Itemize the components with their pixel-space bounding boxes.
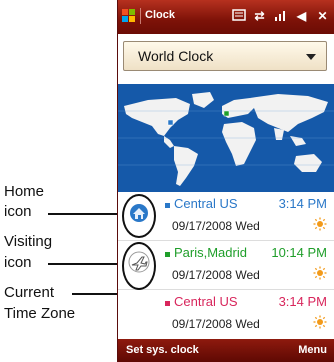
clock-row-home[interactable]: Central US 3:14 PM 09/17/2008 Wed — [118, 192, 334, 241]
clock-row-current[interactable]: Central US 3:14 PM 09/17/2008 Wed — [118, 290, 334, 339]
city-color-dot — [165, 301, 170, 306]
annotation-visiting-line1: Visiting — [4, 233, 53, 250]
volume-icon[interactable]: ◀ — [293, 8, 310, 24]
annotation-current-pointer — [72, 293, 122, 295]
dropdown-area: World Clock — [118, 34, 334, 84]
sync-arrows-icon[interactable]: ⇄ — [251, 8, 268, 24]
city-time: 10:14 PM — [271, 245, 327, 260]
city-date: 09/17/2008 Wed — [172, 268, 260, 282]
annotation-home-line1: Home — [4, 183, 45, 200]
sun-icon — [313, 266, 327, 280]
signal-icon[interactable] — [272, 8, 289, 24]
sun-icon — [313, 217, 327, 231]
app-title: Clock — [145, 9, 175, 21]
dropdown-value: World Clock — [138, 48, 214, 64]
windows-start-icon[interactable] — [122, 9, 136, 23]
city-name: Paris,Madrid — [174, 245, 247, 260]
city-time: 3:14 PM — [278, 294, 327, 309]
annotation-visiting-pointer — [48, 263, 122, 265]
annotation-current-line1: Current — [4, 284, 55, 301]
clock-list: Central US 3:14 PM 09/17/2008 Wed Paris,… — [118, 192, 334, 339]
home-icon[interactable] — [126, 200, 152, 226]
title-bar: Clock ⇄ ◀ ✕ — [118, 0, 334, 34]
city-name: Central US — [174, 294, 238, 309]
phone-screen: Clock ⇄ ◀ ✕ World Clock Central US 3:14 … — [117, 0, 334, 362]
notification-icon[interactable] — [230, 8, 247, 24]
annotation-home-pointer — [48, 213, 122, 215]
chevron-down-icon — [306, 54, 316, 60]
clock-row-visiting[interactable]: Paris,Madrid 10:14 PM 09/17/2008 Wed — [118, 241, 334, 290]
view-selector-dropdown[interactable]: World Clock — [123, 41, 327, 71]
city-name: Central US — [174, 196, 238, 211]
paris-madrid-marker — [223, 110, 230, 117]
city-date: 09/17/2008 Wed — [172, 317, 260, 331]
world-map[interactable] — [118, 84, 334, 192]
city-time: 3:14 PM — [278, 196, 327, 211]
menu-softkey[interactable]: Menu — [298, 344, 327, 356]
sun-icon — [313, 315, 327, 329]
city-color-dot — [165, 252, 170, 257]
city-color-dot — [165, 203, 170, 208]
soft-key-bar: Set sys. clock Menu — [118, 339, 334, 362]
city-date: 09/17/2008 Wed — [172, 219, 260, 233]
annotation-home-line2: icon — [4, 203, 32, 220]
annotation-current-line2: Time Zone — [4, 305, 76, 322]
close-icon[interactable]: ✕ — [314, 8, 331, 24]
central-us-marker — [167, 119, 174, 126]
airplane-icon[interactable] — [126, 249, 152, 275]
title-separator — [140, 8, 141, 24]
status-icons: ⇄ ◀ ✕ — [230, 8, 331, 24]
annotation-visiting-line2: icon — [4, 254, 32, 271]
set-sys-clock-softkey[interactable]: Set sys. clock — [126, 344, 199, 356]
